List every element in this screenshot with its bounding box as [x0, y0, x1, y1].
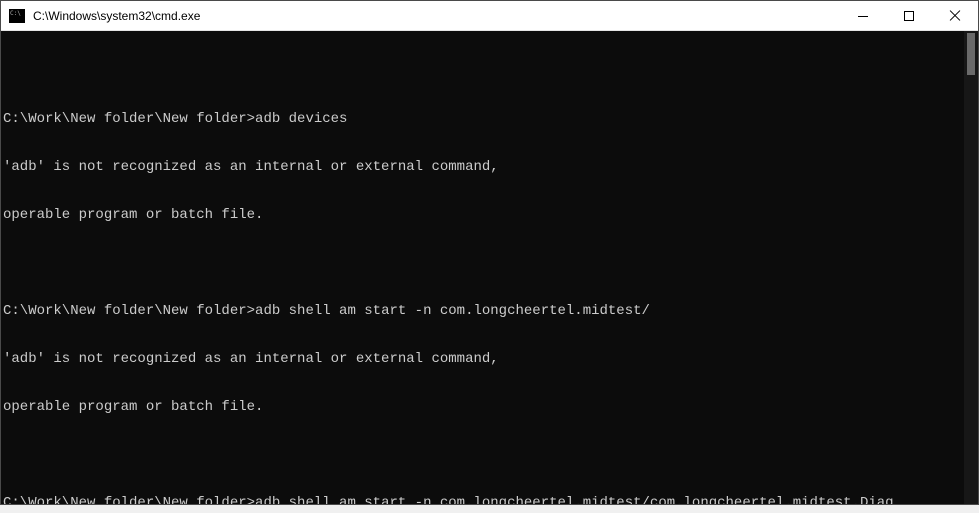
output-line: 'adb' is not recognized as an internal o…	[3, 159, 976, 175]
scrollbar-track[interactable]	[964, 31, 978, 504]
cmd-icon	[9, 9, 25, 23]
close-button[interactable]	[932, 1, 978, 31]
blank-line	[3, 447, 976, 463]
terminal-area[interactable]: C:\Work\New folder\New folder>adb device…	[1, 31, 978, 504]
maximize-icon	[904, 11, 914, 21]
command-text: adb shell am start -n com.longcheertel.m…	[255, 495, 894, 504]
minimize-button[interactable]	[840, 1, 886, 31]
blank-line	[3, 255, 976, 271]
terminal-content: C:\Work\New folder\New folder>adb device…	[1, 31, 978, 504]
close-icon	[949, 10, 961, 22]
prompt: C:\Work\New folder\New folder>	[3, 495, 255, 504]
cmd-window: C:\Windows\system32\cmd.exe C:\Work\New …	[0, 0, 979, 505]
scrollbar-thumb[interactable]	[967, 33, 975, 75]
command-text: adb devices	[255, 111, 347, 127]
blank-line	[3, 63, 976, 79]
maximize-button[interactable]	[886, 1, 932, 31]
output-line: operable program or batch file.	[3, 207, 976, 223]
window-title: C:\Windows\system32\cmd.exe	[33, 9, 840, 23]
command-line: C:\Work\New folder\New folder>adb shell …	[3, 303, 976, 319]
command-text: adb shell am start -n com.longcheertel.m…	[255, 303, 650, 319]
window-controls	[840, 1, 978, 30]
title-bar[interactable]: C:\Windows\system32\cmd.exe	[1, 1, 978, 31]
minimize-icon	[858, 16, 868, 17]
output-line: 'adb' is not recognized as an internal o…	[3, 351, 976, 367]
output-line: operable program or batch file.	[3, 399, 976, 415]
prompt: C:\Work\New folder\New folder>	[3, 111, 255, 127]
command-line: C:\Work\New folder\New folder>adb shell …	[3, 495, 976, 504]
prompt: C:\Work\New folder\New folder>	[3, 303, 255, 319]
command-line: C:\Work\New folder\New folder>adb device…	[3, 111, 976, 127]
